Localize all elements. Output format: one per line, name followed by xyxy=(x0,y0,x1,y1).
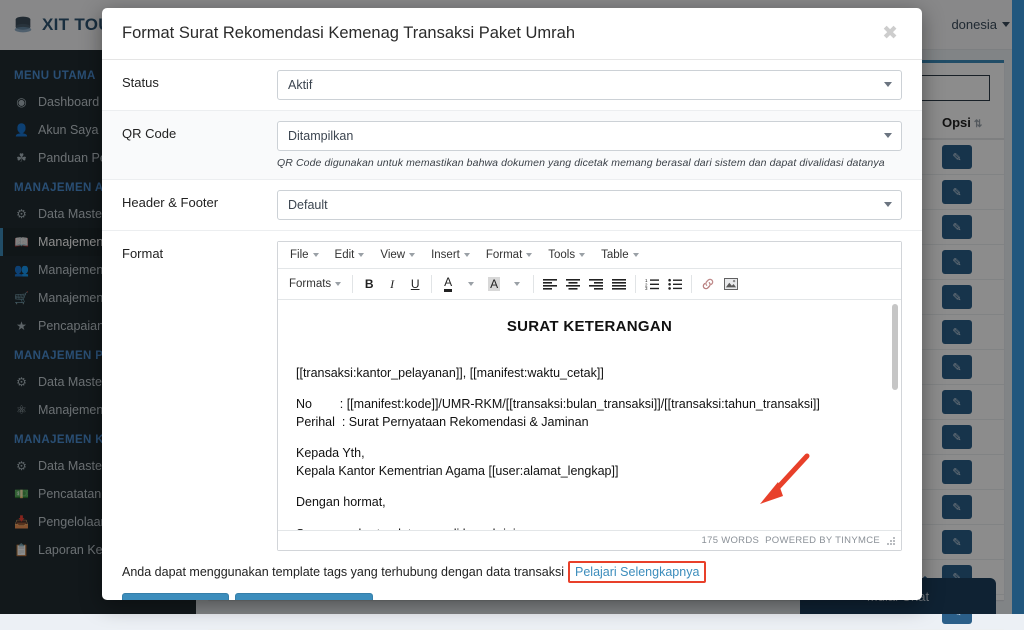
underline-icon[interactable]: U xyxy=(404,273,426,295)
qrcode-select-value: Ditampilkan xyxy=(288,129,353,143)
chevron-down-icon xyxy=(526,253,532,257)
editor-status-bar: 175 WORDS POWERED BY TINYMCE xyxy=(278,530,901,550)
field-row-format: Format File Edit View Insert Format Tool… xyxy=(102,231,922,551)
svg-text:3: 3 xyxy=(645,286,648,290)
menu-label: Tools xyxy=(548,249,575,261)
qrcode-select[interactable]: Ditampilkan xyxy=(277,121,902,151)
modal-header: Format Surat Rekomendasi Kemenag Transak… xyxy=(102,8,922,60)
menu-label: Edit xyxy=(335,249,355,261)
modal-title: Format Surat Rekomendasi Kemenag Transak… xyxy=(122,24,878,43)
document-paragraph: Saya yang bertandatangan di bawah ini : … xyxy=(296,525,883,531)
editor-menu-tools[interactable]: Tools xyxy=(541,246,592,264)
modal-body: Status Aktif QR Code Ditampilkan QR Code… xyxy=(102,60,922,600)
menu-label: Table xyxy=(601,249,629,261)
chevron-down-icon xyxy=(313,253,319,257)
chevron-down-icon xyxy=(335,282,341,286)
numbered-list-icon[interactable]: 123 xyxy=(641,273,663,295)
chevron-down-icon xyxy=(464,253,470,257)
field-row-header-footer: Header & Footer Default xyxy=(102,180,922,231)
align-left-icon[interactable] xyxy=(539,273,561,295)
italic-icon[interactable]: I xyxy=(381,273,403,295)
field-label-format: Format xyxy=(122,241,277,261)
toolbar-divider xyxy=(533,275,534,293)
formats-label: Formats xyxy=(289,278,331,290)
chevron-down-icon xyxy=(358,253,364,257)
powered-by-label: POWERED BY TINYMCE xyxy=(765,535,880,546)
chevron-down-icon xyxy=(579,253,585,257)
chevron-down-icon xyxy=(884,202,892,207)
align-center-icon[interactable] xyxy=(562,273,584,295)
document-paragraph: [[transaksi:kantor_pelayanan]], [[manife… xyxy=(296,364,883,382)
editor-document[interactable]: SURAT KETERANGAN [[transaksi:kantor_pela… xyxy=(278,300,901,530)
align-justify-icon[interactable] xyxy=(608,273,630,295)
editor-menu-view[interactable]: View xyxy=(373,246,422,264)
toolbar-divider xyxy=(431,275,432,293)
document-paragraph: Dengan hormat, xyxy=(296,493,883,511)
scrollbar-thumb[interactable] xyxy=(892,304,898,390)
header-footer-select[interactable]: Default xyxy=(277,190,902,220)
learn-more-link[interactable]: Pelajari Selengkapnya xyxy=(568,561,706,583)
toolbar-divider xyxy=(352,275,353,293)
template-tags-text: Anda dapat menggunakan template tags yan… xyxy=(122,565,564,579)
document-paragraph: Kepada Yth, Kepala Kantor Kementrian Aga… xyxy=(296,444,883,480)
modal-footer: Simpan Data Preview Dokumen xyxy=(102,589,922,600)
editor-menu-file[interactable]: File xyxy=(283,246,326,264)
editor-menu-table[interactable]: Table xyxy=(594,246,646,264)
menu-label: Insert xyxy=(431,249,460,261)
editor-menu-insert[interactable]: Insert xyxy=(424,246,477,264)
image-icon[interactable] xyxy=(720,273,742,295)
resize-grip-icon[interactable] xyxy=(886,536,895,545)
field-label-header-footer: Header & Footer xyxy=(122,190,277,210)
chevron-down-icon xyxy=(884,82,892,87)
text-color-icon[interactable]: A xyxy=(437,273,459,295)
field-row-qrcode: QR Code Ditampilkan QR Code digunakan un… xyxy=(102,111,922,180)
editor-scrollbar[interactable] xyxy=(891,302,899,528)
menu-label: File xyxy=(290,249,309,261)
chevron-down-icon xyxy=(409,253,415,257)
field-label-status: Status xyxy=(122,70,277,90)
background-color-icon[interactable]: A xyxy=(483,273,505,295)
field-label-qrcode: QR Code xyxy=(122,121,277,141)
rich-text-editor[interactable]: File Edit View Insert Format Tools Table… xyxy=(277,241,902,551)
qrcode-help-text: QR Code digunakan untuk memastikan bahwa… xyxy=(277,157,902,169)
background-color-dropdown-icon[interactable] xyxy=(506,273,528,295)
status-select-value: Aktif xyxy=(288,78,312,92)
menu-label: Format xyxy=(486,249,522,261)
document-paragraph: No : [[manifest:kode]]/UMR-RKM/[[transak… xyxy=(296,395,883,431)
header-footer-select-value: Default xyxy=(288,198,328,212)
editor-toolbar: Formats B I U A A xyxy=(278,269,901,300)
formats-dropdown[interactable]: Formats xyxy=(283,275,347,293)
word-count: 175 WORDS xyxy=(702,535,760,546)
toolbar-divider xyxy=(635,275,636,293)
close-icon[interactable]: ✖ xyxy=(878,22,902,45)
editor-menu-format[interactable]: Format xyxy=(479,246,539,264)
menu-label: View xyxy=(380,249,405,261)
editor-menu-edit[interactable]: Edit xyxy=(328,246,372,264)
align-right-icon[interactable] xyxy=(585,273,607,295)
save-data-button[interactable]: Simpan Data xyxy=(122,593,229,600)
field-row-status: Status Aktif xyxy=(102,60,922,111)
chevron-down-icon xyxy=(884,133,892,138)
status-select[interactable]: Aktif xyxy=(277,70,902,100)
editor-content-area[interactable]: SURAT KETERANGAN [[transaksi:kantor_pela… xyxy=(278,300,901,530)
format-letter-modal: Format Surat Rekomendasi Kemenag Transak… xyxy=(102,8,922,600)
template-tags-note: Anda dapat menggunakan template tags yan… xyxy=(102,551,922,589)
toolbar-divider xyxy=(691,275,692,293)
bullet-list-icon[interactable] xyxy=(664,273,686,295)
chevron-down-icon xyxy=(633,253,639,257)
link-icon[interactable] xyxy=(697,273,719,295)
bold-icon[interactable]: B xyxy=(358,273,380,295)
document-title: SURAT KETERANGAN xyxy=(296,316,883,338)
text-color-dropdown-icon[interactable] xyxy=(460,273,482,295)
editor-menubar: File Edit View Insert Format Tools Table xyxy=(278,242,901,269)
preview-document-button[interactable]: Preview Dokumen xyxy=(235,593,373,600)
